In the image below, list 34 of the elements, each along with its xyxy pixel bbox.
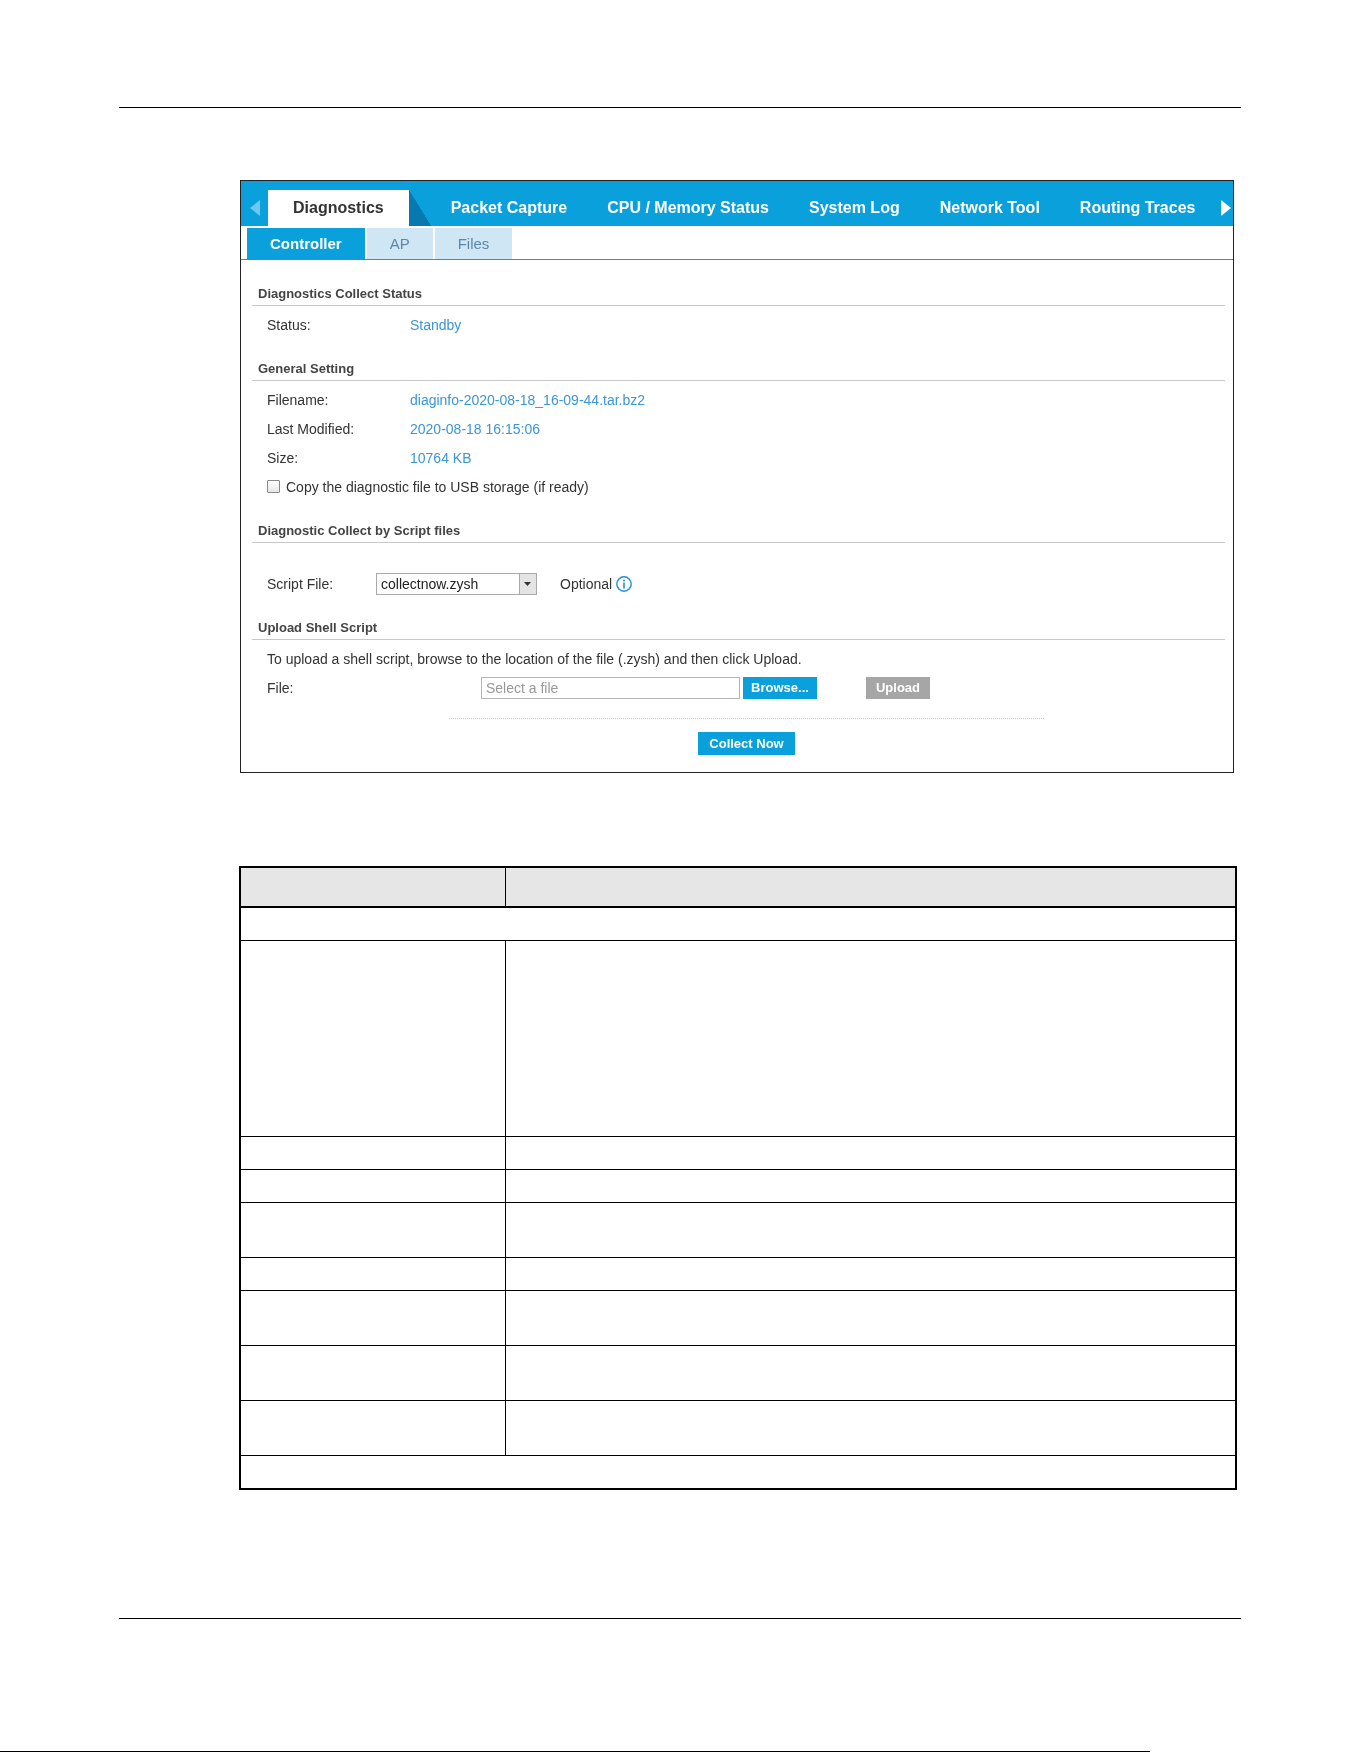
field-value: 10764 KB [410,449,472,466]
collect-now-button[interactable]: Collect Now [698,732,795,755]
field-label: Script File: [267,575,335,592]
tab[interactable]: CPU / Memory Status [587,190,789,226]
sub-tab[interactable]: Controller [247,228,365,259]
field-label: Last Modified: [267,420,356,437]
info-icon[interactable] [616,575,633,592]
tab[interactable]: Packet Capture [430,190,588,226]
caret-icon [519,573,536,594]
optional-label: Optional [560,575,613,592]
checkbox[interactable] [267,480,280,493]
file-path-field[interactable]: Select a file [481,676,740,699]
browse-button[interactable]: Browse... [743,676,817,699]
tab[interactable]: System Log [789,190,920,226]
field-label: Size: [267,449,300,466]
tab[interactable]: Network Tool [919,190,1060,226]
script-file-select[interactable]: collectnow.zysh [376,572,537,595]
sub-tab[interactable]: AP [366,228,433,259]
field-value: Standby [410,316,462,333]
checkbox-label: Copy the diagnostic file to USB storage (if ready) [286,478,589,495]
section-title: General Setting [252,358,1225,381]
section-title: Upload Shell Script [252,617,1225,640]
section-title: Diagnostic Collect by Script files [252,520,1225,543]
field-value: diaginfo-2020-08-18_16-09-44.tar.bz2 [410,391,646,408]
tab[interactable]: Diagnostics [268,190,431,226]
sub-tab[interactable]: Files [434,228,513,259]
field-label: Filename: [267,391,330,408]
field-value: 2020-08-18 16:15:06 [410,420,540,437]
instruction-text: To upload a shell script, browse to the location of the file (.zysh) and then click Upload. [267,650,802,667]
section-title: Diagnostics Collect Status [252,283,1225,306]
field-label: Status: [267,316,312,333]
scroll-right-icon[interactable] [1221,199,1231,216]
field-label: File: [267,679,295,696]
tab[interactable]: Routing Traces [1059,190,1216,226]
